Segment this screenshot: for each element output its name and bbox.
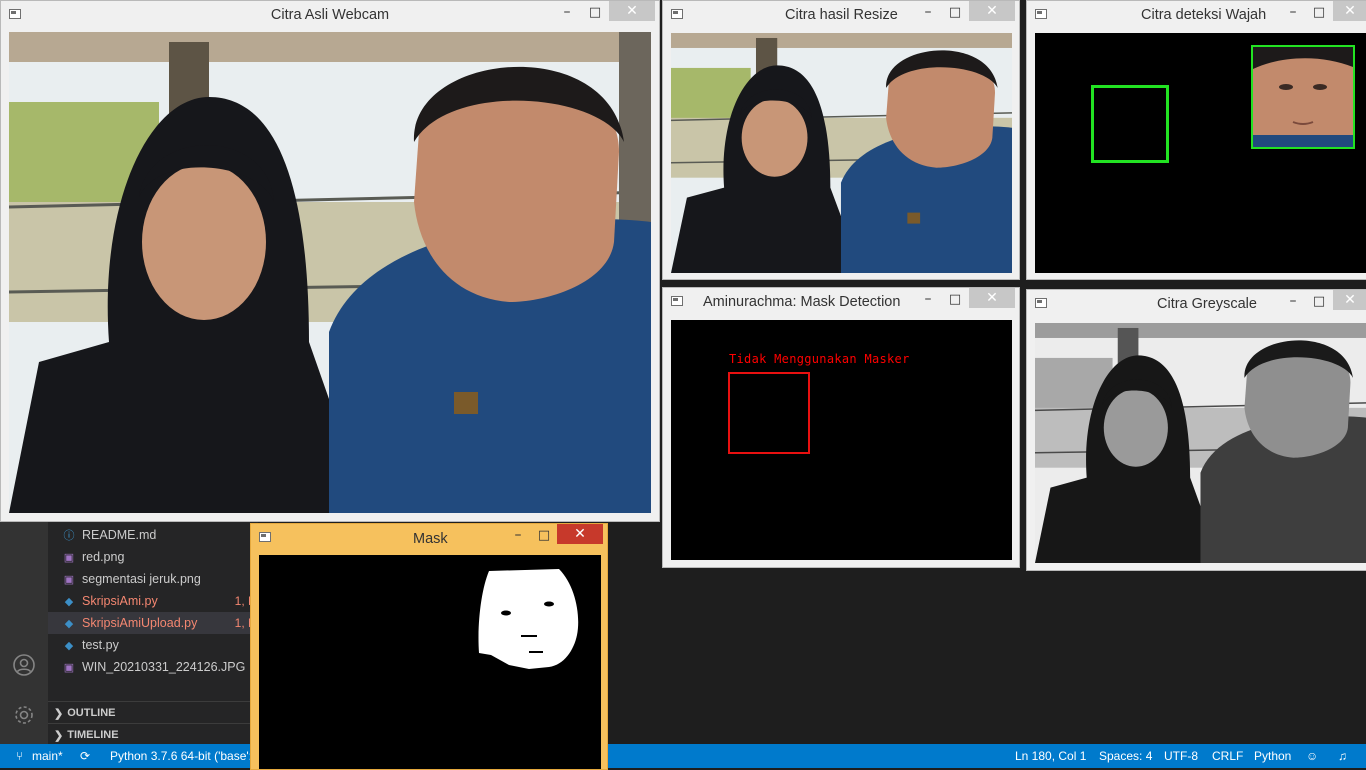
resize-image [671, 33, 1012, 273]
maximize-button[interactable]: □ [582, 3, 608, 23]
chevron-right-icon: ❯ [54, 729, 64, 742]
mask-detection-window[interactable]: Aminurachma: Mask Detection – □ ✕ Tidak … [662, 287, 1020, 568]
maximize-button[interactable]: □ [942, 290, 968, 310]
file-item[interactable]: ▣ red.png [48, 546, 258, 568]
chevron-right-icon: ❯ [54, 707, 64, 720]
window-title: Citra Greyscale [1157, 296, 1257, 312]
face-detection-window[interactable]: Citra deteksi Wajah – □ ✕ [1026, 0, 1366, 280]
close-button[interactable]: ✕ [609, 1, 655, 21]
window-icon [1035, 9, 1047, 19]
mask-window[interactable]: Mask – □ ✕ [250, 523, 608, 770]
file-name: SkripsiAmi.py [82, 594, 158, 608]
file-item[interactable]: ◆ test.py [48, 634, 258, 656]
gear-icon[interactable] [12, 703, 36, 727]
accounts-icon[interactable] [12, 653, 36, 677]
outline-section[interactable]: ❯ OUTLINE [48, 701, 258, 724]
mask-detection-image: Tidak Menggunakan Masker [671, 320, 1012, 560]
face-detection-image [1035, 33, 1366, 273]
webcam-photo [9, 32, 651, 513]
encoding[interactable]: UTF-8 [1164, 749, 1198, 763]
close-button[interactable]: ✕ [557, 524, 603, 544]
title-bar[interactable]: Citra hasil Resize – □ ✕ [663, 1, 1019, 29]
greyscale-image [1035, 323, 1366, 563]
close-button[interactable]: ✕ [1333, 1, 1366, 21]
minimize-button[interactable]: – [1280, 292, 1306, 312]
minimize-button[interactable]: – [505, 526, 531, 546]
maximize-button[interactable]: □ [1306, 292, 1332, 312]
title-bar[interactable]: Citra Greyscale – □ ✕ [1027, 290, 1366, 318]
file-name: SkripsiAmiUpload.py [82, 616, 198, 630]
file-name: red.png [82, 550, 125, 564]
timeline-label: TIMELINE [67, 729, 119, 741]
info-icon: ⓘ [63, 530, 75, 542]
cursor-position[interactable]: Ln 180, Col 1 [1015, 749, 1086, 763]
window-icon [671, 9, 683, 19]
file-name: segmentasi jeruk.png [82, 572, 201, 586]
branch-label[interactable]: main* [32, 749, 63, 763]
face-box-left [1091, 85, 1169, 163]
maximize-button[interactable]: □ [942, 3, 968, 23]
window-title: Mask [413, 531, 448, 547]
title-bar[interactable]: Citra deteksi Wajah – □ ✕ [1027, 1, 1366, 29]
title-bar[interactable]: Citra Asli Webcam – □ ✕ [1, 1, 659, 29]
close-button[interactable]: ✕ [969, 288, 1015, 308]
window-icon [1035, 298, 1047, 308]
window-title: Aminurachma: Mask Detection [703, 294, 901, 310]
python-icon: ◆ [64, 595, 74, 608]
sync-icon[interactable]: ⟳ [80, 749, 90, 763]
resize-window[interactable]: Citra hasil Resize – □ ✕ [662, 0, 1020, 280]
cropped-face [1253, 47, 1353, 147]
title-bar[interactable]: Aminurachma: Mask Detection – □ ✕ [663, 288, 1019, 316]
python-icon: ◆ [64, 639, 74, 652]
file-item[interactable]: ◆ SkripsiAmi.py 1, M [48, 590, 258, 612]
file-name: WIN_20210331_224126.JPG [82, 660, 246, 674]
maximize-button[interactable]: □ [531, 526, 557, 546]
file-item[interactable]: ▣ WIN_20210331_224126.JPG [48, 656, 258, 678]
window-title: Citra hasil Resize [785, 7, 898, 23]
branch-icon[interactable]: ⑂ [16, 749, 23, 763]
close-button[interactable]: ✕ [969, 1, 1015, 21]
image-file-icon: ▣ [63, 661, 75, 674]
minimize-button[interactable]: – [915, 3, 941, 23]
image-file-icon: ▣ [63, 573, 75, 586]
no-mask-label: Tidak Menggunakan Masker [729, 352, 910, 366]
file-item[interactable]: ◆ SkripsiAmiUpload.py 1, M [48, 612, 258, 634]
file-name: test.py [82, 638, 119, 652]
maximize-button[interactable]: □ [1306, 3, 1332, 23]
webcam-window[interactable]: Citra Asli Webcam – □ ✕ [0, 0, 660, 522]
minimize-button[interactable]: – [915, 290, 941, 310]
bell-icon[interactable]: ♫ [1338, 749, 1347, 763]
file-item[interactable]: ▣ segmentasi jeruk.png [48, 568, 258, 590]
window-icon [671, 296, 683, 306]
face-box-right [1251, 45, 1355, 149]
python-icon: ◆ [64, 617, 74, 630]
feedback-icon[interactable]: ☺ [1306, 749, 1318, 763]
indentation[interactable]: Spaces: 4 [1099, 749, 1152, 763]
resized-photo [671, 33, 1012, 273]
greyscale-photo [1035, 323, 1366, 563]
file-item[interactable]: ⓘ README.md [48, 524, 258, 546]
image-file-icon: ▣ [63, 551, 75, 564]
mask-image [259, 555, 601, 769]
activity-bar [0, 520, 48, 744]
greyscale-window[interactable]: Citra Greyscale – □ ✕ [1026, 289, 1366, 571]
minimize-button[interactable]: – [554, 3, 580, 23]
outline-label: OUTLINE [67, 707, 116, 719]
language-mode[interactable]: Python [1254, 749, 1291, 763]
binary-mask [478, 569, 579, 669]
file-name: README.md [82, 528, 157, 542]
no-mask-box [728, 372, 810, 454]
window-icon [259, 532, 271, 542]
close-button[interactable]: ✕ [1333, 290, 1366, 310]
timeline-section[interactable]: ❯ TIMELINE [48, 723, 258, 746]
window-title: Citra deteksi Wajah [1141, 7, 1267, 23]
webcam-image [9, 32, 651, 513]
line-ending[interactable]: CRLF [1212, 749, 1243, 763]
title-bar[interactable]: Mask – □ ✕ [251, 524, 607, 552]
status-bar: ⑂ main* ⟳ Python 3.7.6 64-bit ('base': L… [0, 744, 1366, 768]
python-interpreter[interactable]: Python 3.7.6 64-bit ('base': [110, 749, 252, 763]
minimize-button[interactable]: – [1280, 3, 1306, 23]
